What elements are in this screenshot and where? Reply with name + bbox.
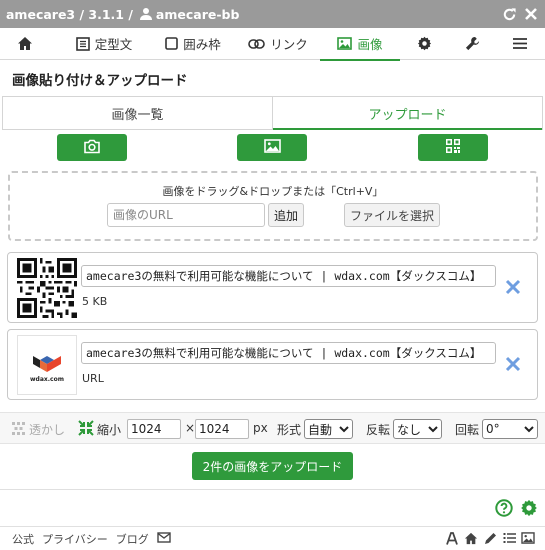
mail-icon[interactable] [157, 532, 171, 546]
chevron-down-icon [524, 423, 534, 438]
flip-label: 反転 [366, 423, 391, 437]
tab-image-label: 画像 [357, 37, 383, 52]
gear-icon [417, 36, 432, 51]
image-options-bar: 透かし 縮小 × px 形式 自動 反転 なし 回転 0° [0, 412, 545, 444]
shrink-label[interactable]: 縮小 [97, 421, 121, 438]
format-select[interactable]: 自動 [304, 419, 353, 439]
qr-code-icon [445, 138, 461, 157]
image-source-label: URL [82, 372, 104, 385]
footer-link-blog[interactable]: ブログ [116, 531, 149, 547]
image-file-button[interactable] [237, 134, 307, 161]
font-icon[interactable] [445, 531, 459, 545]
image-icon [337, 37, 353, 50]
upload-item: wdax.com URL [7, 329, 538, 400]
rotate-label: 回転 [455, 423, 480, 437]
chevron-down-icon [428, 423, 438, 438]
chevron-down-icon [339, 423, 349, 438]
drop-instruction: 画像をドラッグ&ドロップまたは「Ctrl+V」 [162, 185, 384, 198]
camera-button[interactable] [57, 134, 127, 161]
footer-link-privacy[interactable]: プライバシー [42, 531, 108, 547]
tab-menu[interactable] [496, 28, 544, 60]
image-icon [263, 139, 281, 156]
watermark-icon[interactable] [12, 422, 25, 438]
user-icon [139, 7, 153, 21]
window-title: amecare3 / 3.1.1 / [6, 6, 133, 22]
help-icon[interactable] [495, 499, 513, 520]
settings-gear-icon[interactable] [520, 499, 538, 520]
main-tabs: 定型文 囲み枠 リンク 画像 [0, 28, 545, 61]
image-title-input[interactable] [81, 342, 496, 364]
subtabs: 画像一覧 アップロード [2, 96, 543, 130]
tab-frame-label: 囲み枠 [183, 37, 221, 52]
tab-link-label: リンク [270, 37, 308, 52]
tab-image[interactable]: 画像 [320, 28, 400, 61]
image-file-size: 5 KB [82, 295, 108, 308]
pencil-icon[interactable] [483, 531, 497, 545]
add-url-button[interactable]: 追加 [268, 203, 304, 227]
image-title-input[interactable] [81, 265, 496, 287]
close-icon[interactable] [523, 6, 539, 22]
section-title: 画像貼り付け＆アップロード [12, 73, 188, 89]
watermark-label[interactable]: 透かし [29, 421, 65, 438]
menu-icon [512, 37, 528, 50]
home-icon [17, 36, 33, 51]
refresh-icon[interactable] [501, 6, 517, 22]
qr-code-button[interactable] [418, 134, 488, 161]
format-value: 自動 [308, 422, 333, 437]
list-icon[interactable] [502, 531, 516, 545]
format-label: 形式 [277, 423, 302, 437]
wrench-icon [465, 36, 480, 51]
camera-icon [83, 139, 101, 157]
upload-item: 5 KB [7, 252, 538, 323]
tab-frame[interactable]: 囲み枠 [150, 28, 236, 60]
upload-images-button[interactable]: 2件の画像をアップロード [192, 452, 353, 480]
tab-tools[interactable] [448, 28, 496, 60]
width-input[interactable] [127, 419, 181, 439]
footer: 公式 プライバシー ブログ [0, 526, 545, 550]
wdax-logo-text: wdax.com [30, 376, 64, 383]
tab-link[interactable]: リンク [236, 28, 320, 60]
image-icon[interactable] [521, 531, 535, 545]
delete-item-icon[interactable] [504, 278, 522, 296]
delete-item-icon[interactable] [504, 355, 522, 373]
tab-home[interactable] [0, 28, 50, 60]
tab-template-label: 定型文 [94, 37, 133, 52]
flip-value: なし [397, 422, 422, 437]
frame-icon [165, 37, 179, 50]
link-icon [248, 38, 266, 50]
home-icon[interactable] [464, 531, 478, 545]
unit-label: px [253, 421, 268, 435]
rotate-value: 0° [486, 422, 500, 436]
wdax-logo-thumbnail: wdax.com [17, 335, 77, 395]
flip-select[interactable]: なし [393, 419, 442, 439]
footer-link-official[interactable]: 公式 [12, 531, 34, 547]
window-titlebar: amecare3 / 3.1.1 / amecare-bb [0, 0, 545, 28]
subtab-upload[interactable]: アップロード [272, 97, 542, 130]
times-sign: × [185, 421, 196, 435]
qr-code-thumbnail [17, 258, 77, 318]
tab-template[interactable]: 定型文 [58, 28, 150, 60]
height-input[interactable] [195, 419, 249, 439]
window-user: amecare-bb [155, 6, 240, 22]
choose-file-button[interactable]: ファイルを選択 [344, 203, 440, 227]
subtab-image-list[interactable]: 画像一覧 [3, 97, 272, 129]
rotate-select[interactable]: 0° [482, 419, 538, 439]
divider [0, 489, 545, 490]
shrink-icon[interactable] [78, 420, 94, 439]
image-url-input[interactable] [107, 203, 265, 227]
tab-settings[interactable] [400, 28, 448, 60]
drop-zone[interactable]: 画像をドラッグ&ドロップまたは「Ctrl+V」 追加 ファイルを選択 [8, 171, 538, 241]
template-icon [75, 36, 90, 51]
